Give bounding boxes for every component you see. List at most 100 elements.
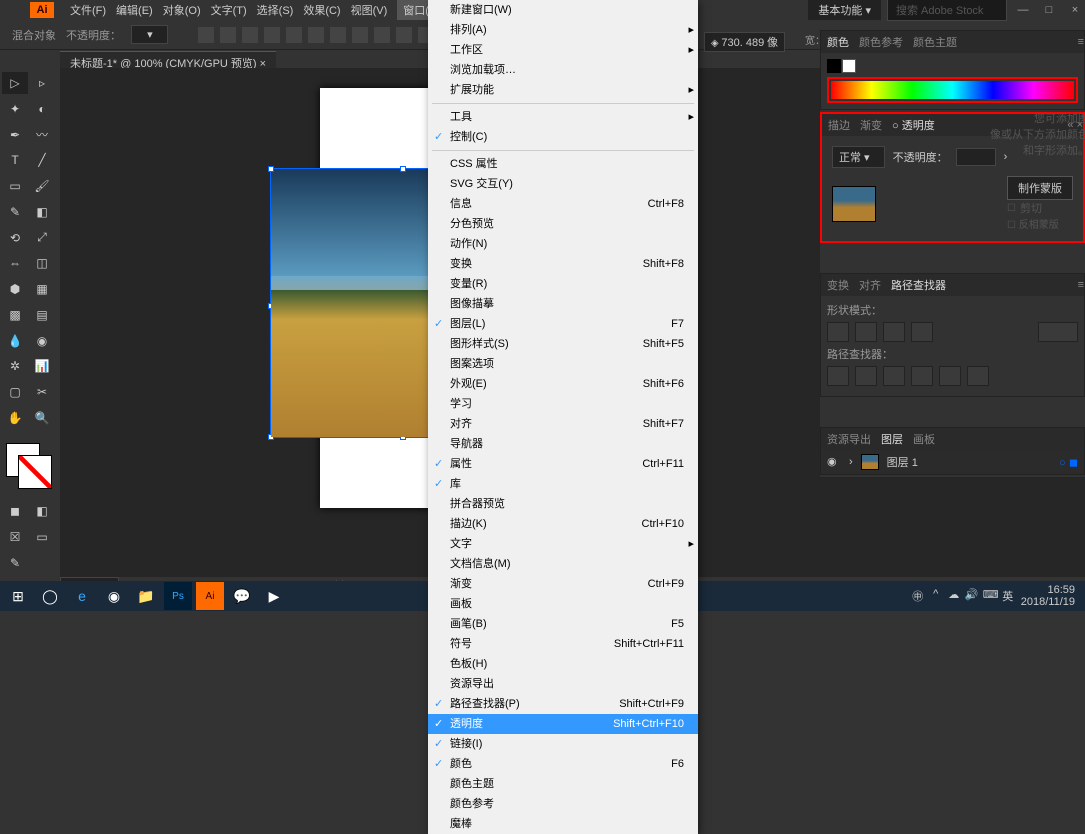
invert-mask-checkbox[interactable]: ☐ 反相蒙版 [1007,216,1073,231]
line-tool[interactable]: ╱ [29,149,55,171]
tray-keyboard-icon[interactable]: ⌨ [983,588,997,604]
menu-item[interactable]: 图案选项 [428,354,698,374]
transparency-thumb[interactable] [832,186,876,222]
menu-item[interactable]: 拼合器预览 [428,494,698,514]
menu-item[interactable]: 描边(K)Ctrl+F10 [428,514,698,534]
tab-color-guide[interactable]: 颜色参考 [859,34,903,50]
menu-item[interactable]: 图层(L)F7 [428,314,698,334]
menu-edit[interactable]: 编辑(E) [116,2,153,18]
chrome-icon[interactable]: ◉ [100,582,128,610]
workspace-switcher[interactable]: 基本功能 ▾ [808,0,881,20]
menu-item[interactable]: CSS 属性 [428,154,698,174]
eyedropper-tool[interactable]: 💧 [2,330,28,352]
menu-item[interactable]: 库 [428,474,698,494]
menu-item[interactable]: 画笔(B)F5 [428,614,698,634]
direct-select-tool[interactable]: ▹ [29,72,55,94]
wechat-icon[interactable]: 💬 [228,582,256,610]
media-icon[interactable]: ▶ [260,582,288,610]
menu-item[interactable]: 新建窗口(W) [428,0,698,20]
lasso-tool[interactable]: ◐ [29,98,55,120]
selection-tool[interactable]: ▷ [2,72,28,94]
make-mask-button[interactable]: 制作蒙版 [1007,176,1073,200]
menu-item[interactable]: 导航器 [428,434,698,454]
tab-align[interactable]: 对齐 [859,277,881,293]
menu-item[interactable]: 图形样式(S)Shift+F5 [428,334,698,354]
symbol-tool[interactable]: ✲ [2,355,28,377]
blend-mode-select[interactable]: 正常 ▾ [832,146,885,168]
menu-item[interactable]: 排列(A) [428,20,698,40]
menu-item[interactable]: 变换Shift+F8 [428,254,698,274]
gradient-mode[interactable]: ◧ [29,500,55,522]
tab-pathfinder[interactable]: 路径查找器 [891,277,946,293]
clip-checkbox[interactable]: ☐ 剪切 [1007,200,1073,216]
tray-ime-icon[interactable]: ㊥ [911,588,925,604]
menu-item[interactable]: 符号Shift+Ctrl+F11 [428,634,698,654]
minus-back-button[interactable] [967,366,989,386]
maximize-icon[interactable]: □ [1039,4,1059,16]
screen-mode[interactable]: ▭ [29,526,55,548]
menu-item[interactable]: 变量(R) [428,274,698,294]
align-icons[interactable] [198,27,456,43]
exclude-button[interactable] [911,322,933,342]
gradient-tool[interactable]: ▤ [29,304,55,326]
menu-type[interactable]: 文字(T) [211,2,247,18]
mesh-tool[interactable]: ▩ [2,304,28,326]
tab-transform[interactable]: 变换 [827,277,849,293]
menu-item[interactable]: SVG 交互(Y) [428,174,698,194]
layer-name[interactable]: 图层 1 [887,454,918,470]
edit-mode[interactable]: ✎ [2,552,28,574]
menu-item[interactable]: 分色预览 [428,214,698,234]
adobe-stock-search[interactable]: 搜索 Adobe Stock [887,0,1007,21]
menu-item[interactable]: 工具 [428,107,698,127]
none-mode[interactable]: ☒ [2,526,28,548]
tab-gradient[interactable]: 渐变 [860,117,882,133]
menu-effect[interactable]: 效果(C) [303,2,340,18]
swatch-black[interactable] [827,59,841,73]
unite-button[interactable] [827,322,849,342]
photoshop-icon[interactable]: Ps [164,582,192,610]
start-icon[interactable]: ⊞ [4,582,32,610]
menu-item[interactable]: 色板(H) [428,654,698,674]
eraser-tool[interactable]: ◧ [29,201,55,223]
minimize-icon[interactable]: — [1013,4,1033,16]
menu-item[interactable]: 颜色F6 [428,754,698,774]
hand-tool[interactable]: ✋ [2,407,28,429]
illustrator-icon[interactable]: Ai [196,582,224,610]
tray-cloud-icon[interactable]: ☁ [947,588,961,604]
menu-item[interactable]: 颜色主题 [428,774,698,794]
type-tool[interactable]: T [2,149,28,171]
menu-item[interactable]: 扩展功能 [428,80,698,100]
menu-file[interactable]: 文件(F) [70,2,106,18]
divide-button[interactable] [827,366,849,386]
curvature-tool[interactable]: 〰 [29,124,55,146]
tab-stroke[interactable]: 描边 [828,117,850,133]
swatch-white[interactable] [842,59,856,73]
tab-transparency[interactable]: ○ 透明度 [892,117,935,133]
layer-row[interactable]: ◉ › 图层 1 ○ ◼ [821,450,1084,474]
slice-tool[interactable]: ✂ [29,381,55,403]
menu-item[interactable]: 外观(E)Shift+F6 [428,374,698,394]
clock[interactable]: 16:592018/11/19 [1021,584,1081,608]
explorer-icon[interactable]: 📁 [132,582,160,610]
menu-item[interactable]: 工作区 [428,40,698,60]
panel-menu-icon[interactable]: ≡ [1078,279,1084,291]
merge-button[interactable] [883,366,905,386]
color-mode[interactable]: ◼ [2,500,28,522]
menu-item[interactable]: 路径查找器(P)Shift+Ctrl+F9 [428,694,698,714]
menu-item[interactable]: 控制(C) [428,127,698,147]
menu-item[interactable]: 链接(I) [428,734,698,754]
menu-view[interactable]: 视图(V) [351,2,388,18]
edge-icon[interactable]: e [68,582,96,610]
close-icon[interactable]: × [1065,4,1085,16]
color-spectrum[interactable] [831,81,1074,99]
menu-item[interactable]: 浏览加载项… [428,60,698,80]
visibility-icon[interactable]: ◉ [827,455,841,469]
tab-color-theme[interactable]: 颜色主题 [913,34,957,50]
zoom-tool[interactable]: 🔍 [29,407,55,429]
rotate-tool[interactable]: ⟲ [2,227,28,249]
menu-item[interactable]: 属性Ctrl+F11 [428,454,698,474]
cortana-icon[interactable]: ◯ [36,582,64,610]
menu-item[interactable]: 动作(N) [428,234,698,254]
menu-item[interactable]: 文字 [428,534,698,554]
opacity-dropdown[interactable]: ▾ [131,25,168,44]
